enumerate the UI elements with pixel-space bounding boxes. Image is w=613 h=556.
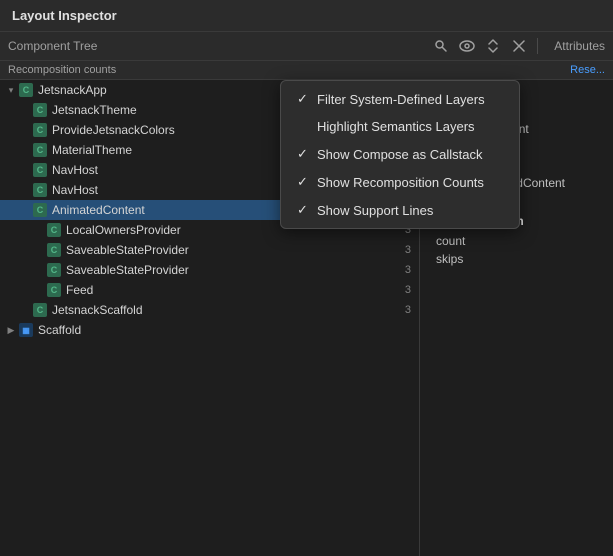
component-tree-label: Component Tree bbox=[8, 39, 423, 53]
tree-item-scaffold[interactable]: ▶ ▦ Scaffold bbox=[0, 320, 419, 340]
dropdown-item-label: Show Support Lines bbox=[317, 203, 503, 218]
dropdown-item-label: Highlight Semantics Layers bbox=[317, 119, 503, 134]
attr-key: count bbox=[436, 234, 465, 248]
tree-item-label: SaveableStateProvider bbox=[66, 243, 391, 257]
dropdown-item-highlight-semantics[interactable]: Highlight Semantics Layers bbox=[281, 113, 519, 140]
dropdown-item-label: Filter System-Defined Layers bbox=[317, 92, 503, 107]
tree-item-jetsnack-scaffold[interactable]: C JetsnackScaffold 3 bbox=[0, 300, 419, 320]
tree-item-label: Scaffold bbox=[38, 323, 419, 337]
dropdown-item-label: Show Compose as Callstack bbox=[317, 147, 503, 162]
recomposition-bar: Recomposition counts Rese... bbox=[0, 61, 613, 80]
attributes-label: Attributes bbox=[546, 39, 605, 53]
dropdown-item-show-compose[interactable]: ✓ Show Compose as Callstack bbox=[281, 140, 519, 168]
tree-item-saveable-2[interactable]: C SaveableStateProvider 3 bbox=[0, 260, 419, 280]
dropdown-item-show-recomposition[interactable]: ✓ Show Recomposition Counts bbox=[281, 168, 519, 196]
title-bar: Layout Inspector bbox=[0, 0, 613, 32]
search-icon[interactable] bbox=[431, 36, 451, 56]
check-icon: ✓ bbox=[297, 202, 317, 218]
toolbar: Component Tree Attrib bbox=[0, 32, 613, 61]
tree-item-label: JetsnackScaffold bbox=[52, 303, 391, 317]
recomposition-count: 3 bbox=[391, 304, 411, 316]
reset-link[interactable]: Rese... bbox=[570, 64, 605, 76]
check-icon: ✓ bbox=[297, 174, 317, 190]
recomposition-count: 3 bbox=[391, 264, 411, 276]
app-title: Layout Inspector bbox=[12, 8, 117, 23]
check-icon: ✓ bbox=[297, 146, 317, 162]
toolbar-icons bbox=[431, 36, 529, 56]
attr-row-skips: skips bbox=[420, 250, 613, 268]
dropdown-menu: ✓ Filter System-Defined Layers Highlight… bbox=[280, 80, 520, 229]
dropdown-item-label: Show Recomposition Counts bbox=[317, 175, 503, 190]
check-icon: ✓ bbox=[297, 91, 317, 107]
updown-icon[interactable] bbox=[483, 36, 503, 56]
recomposition-count: 3 bbox=[391, 244, 411, 256]
recomposition-count: 3 bbox=[391, 284, 411, 296]
dropdown-item-show-support[interactable]: ✓ Show Support Lines bbox=[281, 196, 519, 224]
toolbar-divider bbox=[537, 38, 538, 54]
tree-item-saveable-1[interactable]: C SaveableStateProvider 3 bbox=[0, 240, 419, 260]
compose-icon: C bbox=[18, 82, 34, 98]
tree-item-feed[interactable]: C Feed 3 bbox=[0, 280, 419, 300]
recomposition-label: Recomposition counts bbox=[8, 64, 116, 76]
eye-icon[interactable] bbox=[457, 36, 477, 56]
tree-item-label: SaveableStateProvider bbox=[66, 263, 391, 277]
attr-row-count: count bbox=[420, 232, 613, 250]
close-icon[interactable] bbox=[509, 36, 529, 56]
attr-key: skips bbox=[436, 252, 463, 266]
chevron-icon: ▾ bbox=[4, 85, 18, 96]
main-content: ▾ C JetsnackApp C JetsnackTheme C Provid… bbox=[0, 80, 613, 556]
tree-item-label: Feed bbox=[66, 283, 391, 297]
dropdown-item-filter-system[interactable]: ✓ Filter System-Defined Layers bbox=[281, 85, 519, 113]
